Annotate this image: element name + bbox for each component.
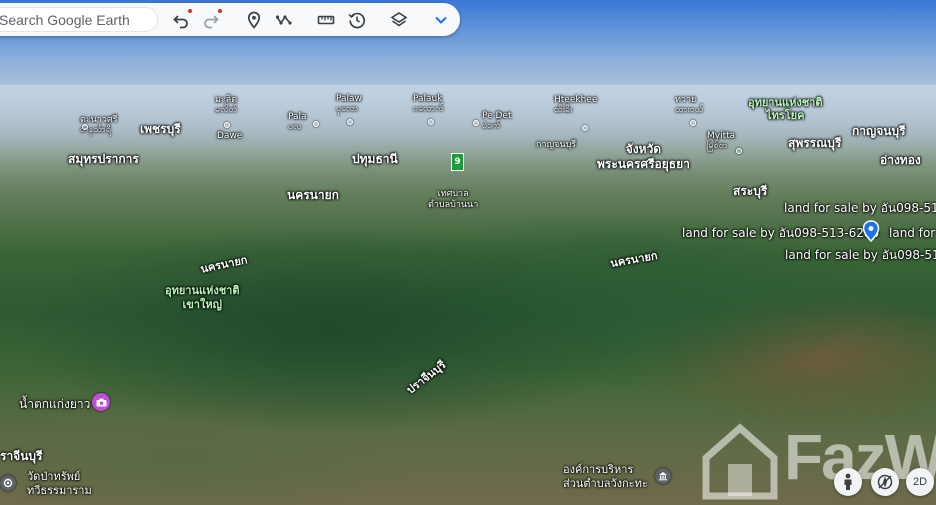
- compass-button[interactable]: [871, 468, 899, 496]
- label-nakhon-nayok-3[interactable]: นครนายก: [609, 246, 659, 272]
- path-icon: [275, 15, 292, 25]
- historical-imagery-button[interactable]: [346, 9, 368, 31]
- placemark-label-land-1[interactable]: land for sale by อัน098-513-6286: [784, 199, 936, 218]
- place-dot: [690, 120, 696, 126]
- place-dot: [313, 121, 319, 127]
- label-samut-prakan[interactable]: สมุทรปราการ: [68, 150, 139, 169]
- label-sai-yok-park[interactable]: อุทยานแห่งชาติ ไทรโยค: [748, 96, 823, 122]
- undo-icon: [173, 15, 188, 29]
- place-pin-icon: [247, 11, 261, 29]
- view-mode-toggle[interactable]: 2D: [906, 468, 934, 496]
- layers-button[interactable]: [388, 9, 410, 31]
- label-pe-det[interactable]: Pe Det ပဲဒက်: [482, 111, 512, 131]
- camera-poi-icon[interactable]: [92, 393, 110, 411]
- label-maliet[interactable]: มะลิด မလိတ်: [215, 95, 237, 115]
- unsaved-dot: [218, 9, 222, 13]
- placemark-label-land-2[interactable]: land for sale by อัน098-513-6286: [682, 224, 879, 243]
- measure-button[interactable]: [315, 9, 337, 31]
- earth-3d-view[interactable]: ตะนาวศรี တနင်္သာရီ เพชรบุรี มะลิด မလိတ် …: [0, 0, 936, 505]
- undo-button[interactable]: [170, 9, 192, 31]
- place-dot: [82, 124, 88, 130]
- label-ang-thong[interactable]: อ่างทอง: [880, 151, 921, 170]
- chevron-down-icon: [435, 16, 447, 24]
- label-ayutthaya[interactable]: จังหวัด พระนครศรีอยุธยา: [597, 142, 690, 172]
- label-dawe[interactable]: Dawe: [217, 131, 242, 141]
- placemark-pin-icon[interactable]: [862, 220, 880, 242]
- label-palaw[interactable]: Palaw ပုလော: [336, 94, 362, 114]
- label-palauk[interactable]: Palauk ပလောက်: [413, 94, 444, 114]
- label-pathum-thani[interactable]: ปทุมธานี: [352, 150, 398, 169]
- label-phetchaburi[interactable]: เพชรบุรี: [140, 120, 181, 139]
- label-dawei[interactable]: ทวาย ထားဝယ်: [675, 95, 703, 115]
- label-pala[interactable]: Pala ပလ: [288, 112, 307, 132]
- placemark-label-land-3[interactable]: land for sale by อัน098-513-6286: [889, 224, 936, 243]
- street-view-button[interactable]: [834, 468, 862, 496]
- top-toolbar: Search Google Earth: [0, 3, 460, 36]
- place-dot: [224, 122, 230, 128]
- label-myitta[interactable]: Myitta မြစ်တ: [707, 131, 735, 151]
- place-dot: [428, 119, 434, 125]
- label-kanchanaburi[interactable]: กาญจนบุรี: [852, 122, 906, 141]
- person-icon: [844, 473, 852, 490]
- label-nakhon-nayok-1[interactable]: นครนายก: [287, 186, 339, 205]
- label-hteekhee[interactable]: Hteekhee ထီးခီး: [554, 95, 597, 115]
- place-dot: [347, 119, 353, 125]
- label-wat-pa-sap[interactable]: วัดป่าทรัพย์ ทวีธรรมาราม: [27, 470, 92, 498]
- label-khao-yai-park[interactable]: อุทยานแห่งชาติ เขาใหญ่: [165, 284, 240, 312]
- temple-poi-icon[interactable]: [0, 475, 16, 491]
- unsaved-dot: [188, 9, 192, 13]
- label-thetsaban-ban-na[interactable]: เทศบาล ตำบลบ้านนา: [428, 189, 478, 211]
- label-saraburi[interactable]: สระบุรี: [733, 182, 767, 201]
- draw-path-button[interactable]: [273, 9, 295, 31]
- compass-icon: [877, 474, 893, 490]
- place-dot: [736, 148, 742, 154]
- highway-badge: 9: [451, 153, 464, 171]
- placemark-label-land-4[interactable]: land for sale by อัน098-513-6286: [785, 246, 936, 265]
- government-poi-icon[interactable]: [655, 468, 671, 484]
- history-icon: [348, 12, 365, 29]
- watermark-logo: FazW: [700, 415, 936, 505]
- label-nakhon-nayok-2[interactable]: นครนายก: [199, 250, 249, 278]
- search-input[interactable]: Search Google Earth: [0, 7, 158, 32]
- layers-icon: [390, 12, 408, 27]
- redo-button[interactable]: [200, 9, 222, 31]
- label-prachinburi-left[interactable]: ราจีนบุรี: [0, 447, 42, 466]
- place-dot: [582, 125, 588, 131]
- label-prachinburi[interactable]: ปราจีนบุรี: [402, 356, 449, 398]
- expand-toolbar-button[interactable]: [430, 9, 452, 31]
- label-suphanburi[interactable]: สุพรรณบุรี: [788, 134, 841, 153]
- measure-icon: [317, 15, 335, 25]
- add-placemark-button[interactable]: [243, 9, 265, 31]
- label-kanchanaburi-small[interactable]: กาญจนบุรี: [536, 137, 576, 151]
- label-wang-kata-org[interactable]: องค์การบริหาร ส่วนตำบลวังกะทะ: [563, 463, 648, 491]
- place-dot: [473, 120, 479, 126]
- label-waterfall-kaeng-yao[interactable]: น้ำตกแก่งยาว: [19, 395, 90, 414]
- redo-icon: [204, 15, 219, 29]
